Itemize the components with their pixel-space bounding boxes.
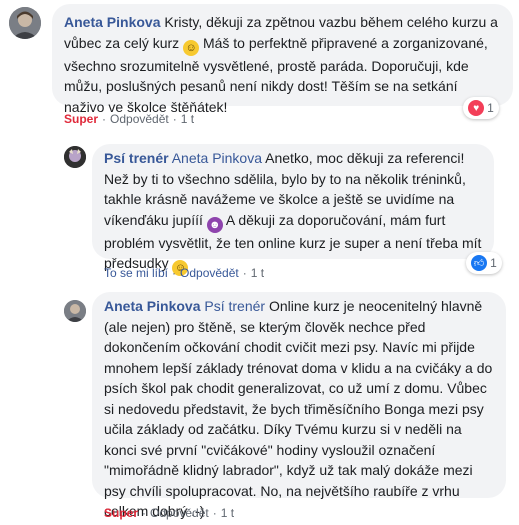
- like-button[interactable]: Super: [64, 112, 98, 126]
- devil-emoji-icon: ☻: [206, 216, 223, 233]
- mention-link[interactable]: Psí trenér: [204, 298, 265, 314]
- smile-emoji-icon: ☺: [183, 39, 200, 56]
- avatar[interactable]: [9, 7, 41, 39]
- timestamp[interactable]: 1 t: [251, 266, 264, 280]
- timestamp[interactable]: 1 t: [221, 506, 234, 520]
- comment-bubble: Psí trenér Aneta Pinkova Anetko, moc děk…: [92, 144, 494, 276]
- like-button[interactable]: Super: [104, 506, 138, 520]
- timestamp[interactable]: 1 t: [181, 112, 194, 126]
- comment-author[interactable]: Aneta Pinkova: [64, 14, 160, 30]
- reply-button[interactable]: Odpovědět: [180, 266, 239, 280]
- comment-actions: Super · Odpovědět · 1 t: [64, 112, 195, 126]
- reaction-badge[interactable]: ♥ 1: [463, 97, 499, 119]
- comment-bubble: Aneta Pinkova Psí trenér Online kurz je …: [92, 292, 506, 519]
- comment-bubble: Aneta Pinkova Kristy, děkuji za zpětnou …: [52, 4, 513, 115]
- mention-link[interactable]: Aneta Pinkova: [172, 150, 262, 166]
- avatar-photo-icon: [64, 300, 86, 322]
- avatar-photo-icon: [9, 7, 41, 39]
- comment-text: Online kurz je neocenitelný hlavně (ale …: [104, 298, 493, 519]
- comment-author[interactable]: Psí trenér: [104, 150, 169, 166]
- reply-button[interactable]: Odpovědět: [150, 506, 209, 520]
- reaction-badge[interactable]: 👍︎ 1: [466, 252, 502, 274]
- avatar[interactable]: [64, 146, 86, 168]
- comment-author[interactable]: Aneta Pinkova: [104, 298, 200, 314]
- heart-icon: ♥: [468, 100, 485, 116]
- reaction-count: 1: [487, 101, 494, 115]
- comment-actions: To se mi líbí · Odpovědět · 1 t: [104, 266, 265, 280]
- avatar-photo-icon: [64, 146, 86, 168]
- comment-actions: Super · Odpovědět · 1 t: [104, 506, 235, 520]
- like-icon: 👍︎: [471, 255, 488, 271]
- avatar[interactable]: [64, 300, 86, 322]
- reaction-count: 1: [490, 256, 497, 270]
- reply-button[interactable]: Odpovědět: [110, 112, 169, 126]
- like-button[interactable]: To se mi líbí: [104, 266, 168, 280]
